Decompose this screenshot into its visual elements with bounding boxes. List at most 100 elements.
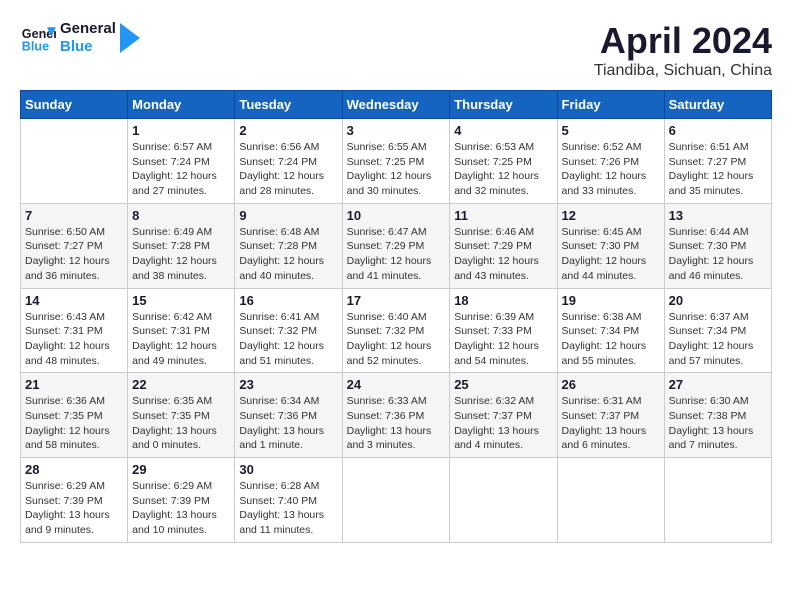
calendar-cell: 13 Sunrise: 6:44 AM Sunset: 7:30 PM Dayli… — [664, 203, 771, 288]
day-info: Sunrise: 6:29 AM Sunset: 7:39 PM Dayligh… — [132, 479, 230, 538]
day-info: Sunrise: 6:49 AM Sunset: 7:28 PM Dayligh… — [132, 225, 230, 284]
col-saturday: Saturday — [664, 91, 771, 119]
day-info: Sunrise: 6:50 AM Sunset: 7:27 PM Dayligh… — [25, 225, 123, 284]
day-info: Sunrise: 6:55 AM Sunset: 7:25 PM Dayligh… — [347, 140, 446, 199]
day-number: 7 — [25, 208, 123, 223]
calendar-cell — [557, 458, 664, 543]
day-number: 21 — [25, 377, 123, 392]
calendar-header-row: Sunday Monday Tuesday Wednesday Thursday… — [21, 91, 772, 119]
day-info: Sunrise: 6:48 AM Sunset: 7:28 PM Dayligh… — [239, 225, 337, 284]
day-info: Sunrise: 6:38 AM Sunset: 7:34 PM Dayligh… — [562, 310, 660, 369]
calendar-cell: 23Sunrise: 6:34 AM Sunset: 7:36 PM Dayli… — [235, 373, 342, 458]
day-info: Sunrise: 6:44 AM Sunset: 7:30 PM Dayligh… — [669, 225, 767, 284]
day-number: 27 — [669, 377, 767, 392]
day-number: 15 — [132, 293, 230, 308]
day-number: 24 — [347, 377, 446, 392]
day-number: 16 — [239, 293, 337, 308]
day-info: Sunrise: 6:28 AM Sunset: 7:40 PM Dayligh… — [239, 479, 337, 538]
calendar-cell: 21Sunrise: 6:36 AM Sunset: 7:35 PM Dayli… — [21, 373, 128, 458]
calendar-cell: 25Sunrise: 6:32 AM Sunset: 7:37 PM Dayli… — [450, 373, 557, 458]
calendar-cell: 19 Sunrise: 6:38 AM Sunset: 7:34 PM Dayli… — [557, 288, 664, 373]
day-number: 17 — [347, 293, 446, 308]
day-number: 26 — [562, 377, 660, 392]
week-row-1: 1Sunrise: 6:57 AM Sunset: 7:24 PM Daylig… — [21, 119, 772, 204]
day-number: 22 — [132, 377, 230, 392]
calendar-cell: 5Sunrise: 6:52 AM Sunset: 7:26 PM Daylig… — [557, 119, 664, 204]
col-wednesday: Wednesday — [342, 91, 450, 119]
day-number: 11 — [454, 208, 552, 223]
day-number: 19 — [562, 293, 660, 308]
calendar-cell: 10 Sunrise: 6:47 AM Sunset: 7:29 PM Dayli… — [342, 203, 450, 288]
calendar-cell: 26 Sunrise: 6:31 AM Sunset: 7:37 PM Dayli… — [557, 373, 664, 458]
week-row-2: 7 Sunrise: 6:50 AM Sunset: 7:27 PM Daylig… — [21, 203, 772, 288]
day-info: Sunrise: 6:47 AM Sunset: 7:29 PM Dayligh… — [347, 225, 446, 284]
calendar-cell: 14 Sunrise: 6:43 AM Sunset: 7:31 PM Dayli… — [21, 288, 128, 373]
svg-text:Blue: Blue — [22, 40, 49, 54]
day-number: 8 — [132, 208, 230, 223]
calendar-cell: 4Sunrise: 6:53 AM Sunset: 7:25 PM Daylig… — [450, 119, 557, 204]
day-number: 12 — [562, 208, 660, 223]
calendar-cell: 24Sunrise: 6:33 AM Sunset: 7:36 PM Dayli… — [342, 373, 450, 458]
calendar-cell: 28 Sunrise: 6:29 AM Sunset: 7:39 PM Dayli… — [21, 458, 128, 543]
logo-blue: Blue — [60, 38, 116, 56]
calendar-cell: 6Sunrise: 6:51 AM Sunset: 7:27 PM Daylig… — [664, 119, 771, 204]
logo: General Blue General Blue — [20, 20, 140, 56]
location: Tiandiba, Sichuan, China — [594, 62, 772, 80]
calendar-cell — [450, 458, 557, 543]
col-thursday: Thursday — [450, 91, 557, 119]
calendar-cell: 20 Sunrise: 6:37 AM Sunset: 7:34 PM Dayli… — [664, 288, 771, 373]
title-block: April 2024 Tiandiba, Sichuan, China — [594, 20, 772, 80]
day-info: Sunrise: 6:31 AM Sunset: 7:37 PM Dayligh… — [562, 394, 660, 453]
day-info: Sunrise: 6:45 AM Sunset: 7:30 PM Dayligh… — [562, 225, 660, 284]
day-number: 28 — [25, 462, 123, 477]
day-number: 1 — [132, 123, 230, 138]
calendar-cell: 1Sunrise: 6:57 AM Sunset: 7:24 PM Daylig… — [128, 119, 235, 204]
day-info: Sunrise: 6:41 AM Sunset: 7:32 PM Dayligh… — [239, 310, 337, 369]
calendar-cell: 2Sunrise: 6:56 AM Sunset: 7:24 PM Daylig… — [235, 119, 342, 204]
col-monday: Monday — [128, 91, 235, 119]
day-info: Sunrise: 6:42 AM Sunset: 7:31 PM Dayligh… — [132, 310, 230, 369]
week-row-4: 21Sunrise: 6:36 AM Sunset: 7:35 PM Dayli… — [21, 373, 772, 458]
calendar-cell: 8 Sunrise: 6:49 AM Sunset: 7:28 PM Daylig… — [128, 203, 235, 288]
calendar-cell: 16 Sunrise: 6:41 AM Sunset: 7:32 PM Dayli… — [235, 288, 342, 373]
month-title: April 2024 — [594, 20, 772, 62]
day-info: Sunrise: 6:53 AM Sunset: 7:25 PM Dayligh… — [454, 140, 552, 199]
calendar-cell: 17 Sunrise: 6:40 AM Sunset: 7:32 PM Dayli… — [342, 288, 450, 373]
calendar-cell: 30 Sunrise: 6:28 AM Sunset: 7:40 PM Dayli… — [235, 458, 342, 543]
day-info: Sunrise: 6:32 AM Sunset: 7:37 PM Dayligh… — [454, 394, 552, 453]
day-info: Sunrise: 6:37 AM Sunset: 7:34 PM Dayligh… — [669, 310, 767, 369]
calendar-cell: 29 Sunrise: 6:29 AM Sunset: 7:39 PM Dayli… — [128, 458, 235, 543]
week-row-3: 14 Sunrise: 6:43 AM Sunset: 7:31 PM Dayli… — [21, 288, 772, 373]
day-number: 18 — [454, 293, 552, 308]
col-friday: Friday — [557, 91, 664, 119]
logo-icon: General Blue — [20, 20, 56, 56]
calendar-cell — [664, 458, 771, 543]
calendar-cell — [21, 119, 128, 204]
calendar-cell: 15 Sunrise: 6:42 AM Sunset: 7:31 PM Dayli… — [128, 288, 235, 373]
day-info: Sunrise: 6:29 AM Sunset: 7:39 PM Dayligh… — [25, 479, 123, 538]
day-number: 14 — [25, 293, 123, 308]
day-number: 20 — [669, 293, 767, 308]
day-number: 2 — [239, 123, 337, 138]
day-info: Sunrise: 6:35 AM Sunset: 7:35 PM Dayligh… — [132, 394, 230, 453]
calendar-cell: 22 Sunrise: 6:35 AM Sunset: 7:35 PM Dayli… — [128, 373, 235, 458]
calendar-cell: 9 Sunrise: 6:48 AM Sunset: 7:28 PM Daylig… — [235, 203, 342, 288]
calendar-cell — [342, 458, 450, 543]
day-info: Sunrise: 6:46 AM Sunset: 7:29 PM Dayligh… — [454, 225, 552, 284]
day-number: 29 — [132, 462, 230, 477]
day-number: 13 — [669, 208, 767, 223]
day-number: 9 — [239, 208, 337, 223]
day-number: 23 — [239, 377, 337, 392]
day-info: Sunrise: 6:43 AM Sunset: 7:31 PM Dayligh… — [25, 310, 123, 369]
day-number: 30 — [239, 462, 337, 477]
calendar-cell: 12 Sunrise: 6:45 AM Sunset: 7:30 PM Dayli… — [557, 203, 664, 288]
day-number: 10 — [347, 208, 446, 223]
day-info: Sunrise: 6:40 AM Sunset: 7:32 PM Dayligh… — [347, 310, 446, 369]
logo-arrow-icon — [120, 23, 140, 53]
calendar-cell: 7 Sunrise: 6:50 AM Sunset: 7:27 PM Daylig… — [21, 203, 128, 288]
col-tuesday: Tuesday — [235, 91, 342, 119]
calendar-cell: 3 Sunrise: 6:55 AM Sunset: 7:25 PM Daylig… — [342, 119, 450, 204]
day-number: 3 — [347, 123, 446, 138]
calendar-table: Sunday Monday Tuesday Wednesday Thursday… — [20, 90, 772, 543]
logo-general: General — [60, 20, 116, 38]
